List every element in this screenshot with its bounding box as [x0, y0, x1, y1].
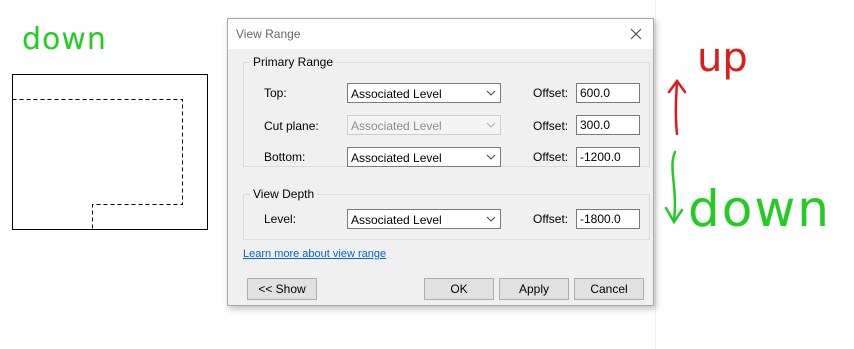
bottom-offset-input[interactable]	[576, 147, 640, 167]
learn-more-link[interactable]: Learn more about view range	[243, 248, 386, 260]
top-level-value: Associated Level	[351, 87, 442, 101]
cut-plane-level-value: Associated Level	[351, 119, 442, 133]
bottom-label: Bottom:	[264, 150, 306, 164]
bottom-level-select[interactable]: Associated Level	[347, 147, 501, 167]
view-range-dialog: View Range Primary Range Top: Associated…	[227, 18, 654, 306]
dialog-title: View Range	[236, 27, 301, 41]
depth-offset-input[interactable]	[576, 209, 640, 229]
chevron-down-icon	[486, 122, 496, 128]
bottom-offset-label: Offset:	[533, 150, 569, 164]
view-depth-legend: View Depth	[250, 187, 318, 201]
depth-offset-label: Offset:	[533, 212, 569, 226]
depth-level-select[interactable]: Associated Level	[347, 209, 501, 229]
cut-plane-offset-label: Offset:	[533, 119, 569, 133]
show-button[interactable]: << Show	[247, 278, 317, 300]
down-annotation: down	[688, 180, 831, 238]
ok-button[interactable]: OK	[424, 278, 494, 300]
titlebar: View Range	[228, 19, 653, 49]
up-arrow	[667, 78, 687, 136]
section-sketch	[12, 74, 208, 230]
down-arrow	[664, 150, 684, 225]
up-annotation: up	[697, 35, 748, 81]
primary-range-legend: Primary Range	[250, 55, 337, 69]
sketch-label: down	[22, 22, 107, 57]
top-level-select[interactable]: Associated Level	[347, 83, 501, 103]
top-label: Top:	[264, 86, 287, 100]
chevron-down-icon	[486, 154, 496, 160]
sketch-frame	[12, 74, 208, 230]
close-icon[interactable]	[625, 23, 647, 45]
depth-level-label: Level:	[264, 212, 297, 226]
sketch-dashed-outline	[12, 99, 183, 230]
apply-button[interactable]: Apply	[499, 278, 569, 300]
top-offset-input[interactable]	[576, 83, 640, 103]
cut-plane-label: Cut plane:	[264, 119, 319, 133]
bottom-level-value: Associated Level	[351, 151, 442, 165]
cancel-button[interactable]: Cancel	[574, 278, 644, 300]
chevron-down-icon	[486, 216, 496, 222]
chevron-down-icon	[486, 90, 496, 96]
cut-plane-level-select: Associated Level	[347, 115, 501, 135]
cut-plane-offset-input[interactable]	[576, 115, 640, 135]
depth-level-value: Associated Level	[351, 213, 442, 227]
top-offset-label: Offset:	[533, 86, 569, 100]
